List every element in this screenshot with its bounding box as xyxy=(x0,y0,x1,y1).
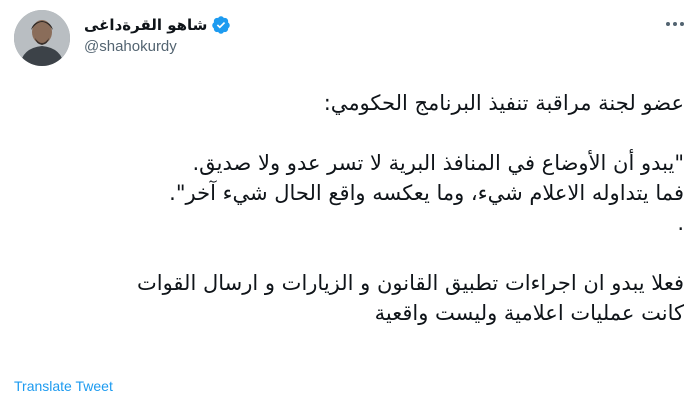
avatar[interactable] xyxy=(14,10,70,66)
tweet-text: عضو لجنة مراقبة تنفيذ البرنامج الحكومي: … xyxy=(44,88,684,328)
display-name[interactable]: شاهو القرةداغى xyxy=(84,16,207,34)
tweet-line-7: فعلا يبدو ان اجراءات تطبيق القانون و الز… xyxy=(136,271,684,295)
translate-tweet-link[interactable]: Translate Tweet xyxy=(14,378,113,394)
person-silhouette-icon xyxy=(14,10,70,66)
tweet-line-3: "يبدو أن الأوضاع في المنافذ البرية لا تس… xyxy=(192,151,684,175)
tweet-line-4: فما يتداوله الاعلام شيء، وما يعكسه واقع … xyxy=(169,181,684,205)
author-name-row: شاهو القرةداغى xyxy=(84,14,231,36)
tweet-line-5: . xyxy=(677,211,684,235)
user-handle[interactable]: @shahokurdy xyxy=(84,38,177,55)
tweet-card: شاهو القرةداغى @shahokurdy عضو لجنة مراق… xyxy=(0,0,700,400)
verified-badge-icon xyxy=(211,15,231,35)
tweet-line-8: كانت عمليات اعلامية وليست واقعية xyxy=(374,301,684,325)
more-options-icon[interactable] xyxy=(660,14,690,34)
tweet-line-1: عضو لجنة مراقبة تنفيذ البرنامج الحكومي: xyxy=(323,91,684,115)
